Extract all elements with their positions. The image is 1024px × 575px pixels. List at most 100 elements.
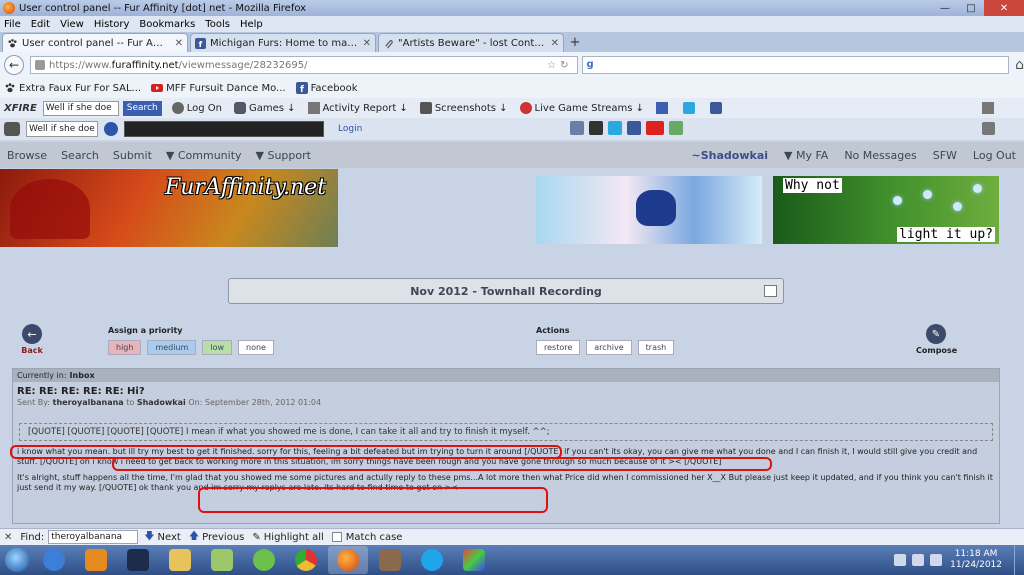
taskbar-xfire[interactable] — [118, 546, 158, 574]
nav-support[interactable]: ▼ Support — [256, 149, 311, 162]
toolbar-search-select[interactable]: Well if she doe — [26, 121, 98, 137]
close-tab-icon[interactable]: ✕ — [363, 38, 371, 49]
nav-username[interactable]: ~Shadowkai — [692, 149, 769, 162]
archive-button[interactable]: archive — [586, 340, 632, 355]
nav-my-fa[interactable]: ▼ My FA — [784, 149, 828, 162]
xfire-live-streams-menu[interactable]: Live Game Streams ↓ — [519, 102, 644, 114]
taskbar-gimp[interactable] — [370, 546, 410, 574]
taskbar-notes[interactable] — [202, 546, 242, 574]
taskbar-chrome[interactable] — [286, 546, 326, 574]
cb-icon[interactable] — [646, 121, 664, 135]
toolbar-logo-icon[interactable] — [4, 122, 20, 136]
tab-michigan-furs[interactable]: f Michigan Furs: Home to many, loved... … — [190, 33, 376, 52]
twitter-icon[interactable] — [608, 121, 622, 135]
maximize-button[interactable]: □ — [958, 0, 984, 16]
shopping-bag-icon[interactable] — [669, 121, 683, 135]
photo-icon[interactable] — [570, 121, 584, 135]
xfire-logo[interactable]: XFIRE — [4, 103, 37, 114]
nav-submit[interactable]: Submit — [113, 149, 152, 162]
xfire-twitter[interactable] — [683, 102, 698, 114]
site-notice[interactable]: Nov 2012 - Townhall Recording — [228, 278, 784, 304]
taskbar-explorer[interactable] — [34, 546, 74, 574]
back-arrow-button[interactable]: ← — [4, 55, 24, 75]
folder-name[interactable]: Inbox — [70, 371, 95, 380]
minimize-button[interactable]: — — [932, 0, 958, 16]
menu-tools[interactable]: Tools — [205, 19, 230, 30]
priority-low-button[interactable]: low — [202, 340, 233, 355]
dismiss-notice-icon[interactable] — [764, 285, 777, 297]
match-case-checkbox[interactable]: Match case — [331, 532, 402, 543]
reload-icon[interactable]: ↻ — [560, 60, 568, 71]
nav-search[interactable]: Search — [61, 149, 99, 162]
taskbar-folder[interactable] — [160, 546, 200, 574]
search-icon[interactable] — [104, 122, 118, 136]
recipient-link[interactable]: Shadowkai — [137, 398, 186, 407]
highlight-all-button[interactable]: ✎ Highlight all — [252, 532, 323, 543]
nav-messages[interactable]: No Messages — [844, 149, 916, 162]
tray-volume-icon[interactable] — [930, 554, 943, 566]
sender-link[interactable]: theroyalbanana — [53, 398, 124, 407]
nav-browse[interactable]: Browse — [7, 149, 47, 162]
myspace-icon[interactable] — [589, 121, 603, 135]
search-engine-box[interactable]: g — [581, 56, 1010, 74]
taskbar-media-player[interactable] — [76, 546, 116, 574]
google-icon[interactable]: g — [587, 59, 599, 71]
find-previous-button[interactable]: 🡅 Previous — [189, 529, 245, 546]
bookmark-star-icon[interactable]: ☆ — [547, 60, 556, 71]
taskbar-firefox[interactable] — [328, 546, 368, 574]
menu-history[interactable]: History — [94, 19, 130, 30]
menu-view[interactable]: View — [60, 19, 84, 30]
xfire-screenshots-menu[interactable]: Screenshots ↓ — [419, 102, 508, 114]
advertisement-anime[interactable] — [536, 176, 762, 244]
menu-bookmarks[interactable]: Bookmarks — [139, 19, 195, 30]
nav-log-out[interactable]: Log Out — [973, 149, 1016, 162]
close-window-button[interactable]: ✕ — [984, 0, 1024, 16]
url-bar[interactable]: https://www.furaffinity.net/viewmessage/… — [29, 56, 578, 74]
nav-community[interactable]: ▼ Community — [166, 149, 242, 162]
taskbar-spotify[interactable] — [244, 546, 284, 574]
priority-medium-button[interactable]: medium — [147, 340, 197, 355]
xfire-search-button[interactable]: Search — [122, 100, 162, 116]
menu-edit[interactable]: Edit — [31, 19, 50, 30]
xfire-activity-report-menu[interactable]: Activity Report ↓ — [307, 102, 408, 114]
site-identity-icon[interactable] — [34, 60, 45, 70]
trash-button[interactable]: trash — [637, 340, 675, 355]
restore-button[interactable]: restore — [536, 340, 581, 355]
find-input[interactable]: theroyalbanana — [48, 530, 139, 544]
close-find-bar-icon[interactable]: ✕ — [4, 532, 12, 543]
bookmark-mff-fursuit-dance[interactable]: MFF Fursuit Dance Mo... — [151, 82, 286, 94]
priority-none-button[interactable]: none — [238, 340, 274, 355]
taskbar-skype[interactable] — [412, 546, 452, 574]
tray-arrow-icon[interactable] — [894, 554, 907, 566]
bookmark-facebook[interactable]: f Facebook — [295, 82, 358, 94]
xfire-log-on[interactable]: Log On — [171, 102, 222, 114]
taskbar-paint[interactable] — [454, 546, 494, 574]
xfire-games-menu[interactable]: Games ↓ — [233, 102, 296, 114]
toolbar-login-link[interactable]: Login — [338, 124, 362, 134]
toolbar-search-input[interactable] — [124, 121, 324, 137]
advertisement-light-it-up[interactable]: Why not light it up? — [773, 176, 999, 244]
compose-button[interactable]: ✎ Compose — [916, 324, 957, 355]
close-tab-icon[interactable]: ✕ — [551, 38, 559, 49]
new-tab-button[interactable]: + — [566, 33, 584, 52]
xfire-volume[interactable] — [656, 102, 671, 114]
priority-high-button[interactable]: high — [108, 340, 142, 355]
start-button[interactable] — [0, 545, 34, 575]
nav-sfw[interactable]: SFW — [933, 149, 957, 162]
wrench-icon[interactable] — [982, 122, 995, 135]
menu-help[interactable]: Help — [240, 19, 263, 30]
find-next-button[interactable]: 🡇 Next — [144, 529, 181, 546]
site-banner[interactable]: FurAffinity.net — [0, 169, 338, 247]
bookmark-extra-faux-fur[interactable]: Extra Faux Fur For SAL... — [4, 82, 141, 94]
xfire-search-select[interactable]: Well if she doe — [42, 100, 119, 116]
xfire-facebook[interactable] — [710, 102, 725, 114]
show-desktop-button[interactable] — [1014, 545, 1024, 575]
back-button[interactable]: ← Back — [20, 324, 44, 355]
home-icon[interactable]: ⌂ — [1015, 57, 1024, 73]
tab-user-control-panel[interactable]: User control panel -- Fur Affinity [dot]… — [2, 33, 188, 52]
tray-network-icon[interactable] — [912, 554, 925, 566]
taskbar-clock[interactable]: 11:18 AM 11/24/2012 — [950, 549, 1002, 571]
xfire-settings[interactable] — [982, 102, 997, 114]
close-tab-icon[interactable]: ✕ — [175, 38, 183, 49]
menu-file[interactable]: File — [4, 19, 21, 30]
